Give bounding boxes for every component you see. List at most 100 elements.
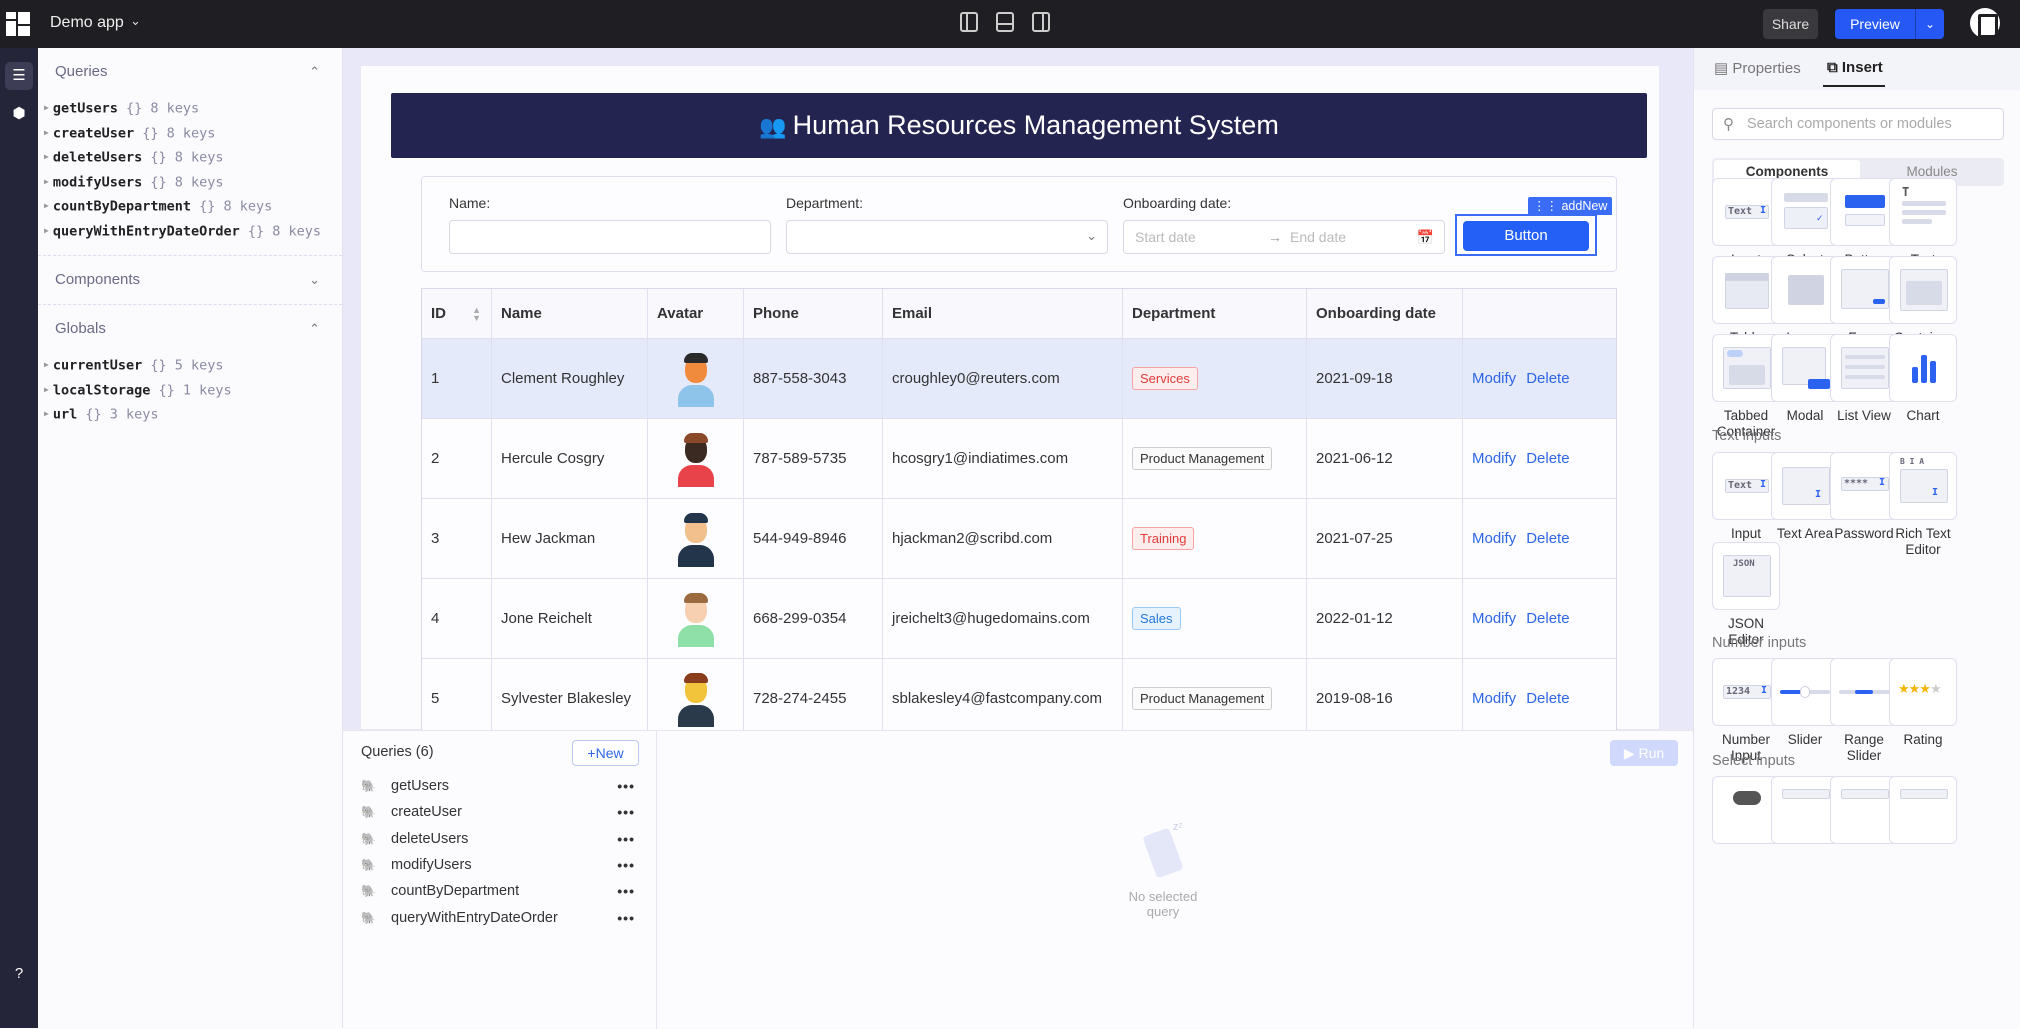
column-header-department[interactable]: Department (1123, 289, 1307, 338)
component-thumbnail-icon[interactable]: **** I (1830, 452, 1898, 520)
component-list-view[interactable]: List View (1830, 334, 1898, 424)
component-thumbnail-icon[interactable] (1830, 256, 1898, 324)
table-row[interactable]: 5 Sylvester Blakesley 728-274-2455 sblakesl… (422, 659, 1616, 739)
component-slider[interactable]: Slider (1771, 658, 1839, 748)
chevron-up-icon[interactable]: ⌃ (309, 305, 320, 353)
toggle-left-panel-icon[interactable] (960, 12, 978, 32)
chevron-down-icon[interactable]: ⌄ (309, 256, 320, 304)
component-select-input[interactable] (1830, 776, 1898, 844)
component-thumbnail-icon[interactable] (1830, 658, 1898, 726)
modify-link[interactable]: Modify (1472, 450, 1516, 467)
start-date-input[interactable]: Start date (1135, 229, 1196, 245)
expand-triangle-icon[interactable]: ▶ (44, 201, 49, 210)
component-tabbed-container[interactable]: Tabbed Container (1712, 334, 1780, 440)
expand-triangle-icon[interactable]: ▶ (44, 152, 49, 161)
expand-triangle-icon[interactable]: ▶ (44, 360, 49, 369)
query-list-item[interactable]: 🐘 modifyUsers ••• (361, 852, 641, 878)
table-row[interactable]: 2 Hercule Cosgry 787-589-5735 hcosgry1@indi… (422, 419, 1616, 499)
column-header-name[interactable]: Name (492, 289, 648, 338)
drag-handle-icon[interactable]: ⋮⋮ (1533, 199, 1558, 213)
component-thumbnail-icon[interactable] (1712, 776, 1780, 844)
component-thumbnail-icon[interactable] (1771, 658, 1839, 726)
column-header-email[interactable]: Email (883, 289, 1123, 338)
column-header-phone[interactable]: Phone (744, 289, 883, 338)
component-thumbnail-icon[interactable]: Text I (1712, 178, 1780, 246)
delete-link[interactable]: Delete (1526, 370, 1569, 387)
run-button[interactable]: ▶ Run (1610, 740, 1678, 766)
component-chart[interactable]: Chart (1889, 334, 1957, 424)
component-select[interactable]: ✓Select (1771, 178, 1839, 268)
tab-insert[interactable]: ⧉ Insert (1823, 59, 1885, 87)
app-logo-icon[interactable] (6, 12, 32, 36)
component-rich-text-editor[interactable]: B I A I Rich Text Editor (1889, 452, 1957, 558)
department-select[interactable]: ⌄ (786, 220, 1108, 254)
component-form[interactable]: Form (1830, 256, 1898, 346)
tree-item[interactable]: ▶ deleteUsers {} 8 keys (38, 145, 342, 170)
help-icon[interactable]: ? (5, 960, 33, 988)
component-thumbnail-icon[interactable]: I (1771, 452, 1839, 520)
more-options-icon[interactable]: ••• (617, 773, 635, 799)
add-new-button[interactable]: Button (1463, 221, 1589, 251)
component-thumbnail-icon[interactable] (1771, 256, 1839, 324)
tree-item[interactable]: ▶ modifyUsers {} 8 keys (38, 170, 342, 195)
sort-icon[interactable]: ▲ ▼ (472, 305, 481, 322)
query-list-item[interactable]: 🐘 deleteUsers ••• (361, 826, 641, 852)
name-input[interactable] (449, 220, 771, 254)
column-header-id[interactable]: ID ▲ ▼ (422, 289, 492, 338)
globals-section-header[interactable]: Globals ⌃ (38, 305, 342, 353)
more-options-icon[interactable]: ••• (617, 905, 635, 931)
expand-triangle-icon[interactable]: ▶ (44, 385, 49, 394)
component-input[interactable]: TextIInput (1712, 452, 1780, 542)
component-input[interactable]: TextIInput (1712, 178, 1780, 268)
component-image[interactable]: Image (1771, 256, 1839, 346)
delete-link[interactable]: Delete (1526, 610, 1569, 627)
component-thumbnail-icon[interactable] (1830, 178, 1898, 246)
tab-properties[interactable]: ▤ Properties (1714, 59, 1801, 77)
component-modal[interactable]: Modal (1771, 334, 1839, 424)
component-thumbnail-icon[interactable] (1830, 776, 1898, 844)
share-button[interactable]: Share (1763, 9, 1818, 39)
app-header[interactable]: 👥 Human Resources Management System (391, 93, 1647, 158)
column-header-onboarding-date[interactable]: Onboarding date (1307, 289, 1463, 338)
component-json-editor[interactable]: JSON JSON Editor (1712, 542, 1780, 648)
chevron-up-icon[interactable]: ⌃ (309, 48, 320, 96)
component-container[interactable]: Container (1889, 256, 1957, 346)
component-range-slider[interactable]: Range Slider (1830, 658, 1898, 764)
component-thumbnail-icon[interactable]: ✓ (1771, 178, 1839, 246)
end-date-input[interactable]: End date (1290, 229, 1346, 245)
component-thumbnail-icon[interactable] (1771, 776, 1839, 844)
chevron-down-icon[interactable]: ⌄ (130, 13, 141, 29)
component-thumbnail-icon[interactable] (1771, 334, 1839, 402)
tree-item[interactable]: ▶ currentUser {} 5 keys (38, 353, 342, 378)
component-thumbnail-icon[interactable]: 1234 I (1712, 658, 1780, 726)
component-search-input[interactable]: ⚲ Search components or modules (1712, 108, 2004, 140)
component-thumbnail-icon[interactable] (1889, 334, 1957, 402)
tree-item[interactable]: ▶ createUser {} 8 keys (38, 121, 342, 146)
more-options-icon[interactable]: ••• (617, 799, 635, 825)
modify-link[interactable]: Modify (1472, 370, 1516, 387)
table-row[interactable]: 4 Jone Reichelt 668-299-0354 jreichelt3@hug… (422, 579, 1616, 659)
modify-link[interactable]: Modify (1472, 530, 1516, 547)
app-name[interactable]: Demo app (50, 14, 124, 32)
modify-link[interactable]: Modify (1472, 690, 1516, 707)
query-list-item[interactable]: 🐘 countByDepartment ••• (361, 878, 641, 904)
expand-triangle-icon[interactable]: ▶ (44, 128, 49, 137)
tree-item[interactable]: ▶ countByDepartment {} 8 keys (38, 194, 342, 219)
data-tree-icon[interactable]: ☰ (5, 62, 33, 90)
modify-link[interactable]: Modify (1472, 610, 1516, 627)
component-button[interactable]: Button (1830, 178, 1898, 268)
component-thumbnail-icon[interactable]: JSON (1712, 542, 1780, 610)
component-thumbnail-icon[interactable] (1712, 256, 1780, 324)
query-list-item[interactable]: 🐘 queryWithEntryDateOrder ••• (361, 905, 641, 931)
query-list-item[interactable]: 🐘 createUser ••• (361, 799, 641, 825)
preview-button[interactable]: Preview (1835, 9, 1915, 39)
delete-link[interactable]: Delete (1526, 690, 1569, 707)
component-text-area[interactable]: I Text Area (1771, 452, 1839, 542)
component-text[interactable]: TText (1889, 178, 1957, 268)
date-range-picker[interactable]: Start date → End date 📅 (1123, 220, 1445, 254)
component-thumbnail-icon[interactable]: Text I (1712, 452, 1780, 520)
delete-link[interactable]: Delete (1526, 450, 1569, 467)
component-thumbnail-icon[interactable]: T (1889, 178, 1957, 246)
component-password[interactable]: **** I Password (1830, 452, 1898, 542)
table-row[interactable]: 1 Clement Roughley 887-558-3043 croughley0@… (422, 339, 1616, 419)
